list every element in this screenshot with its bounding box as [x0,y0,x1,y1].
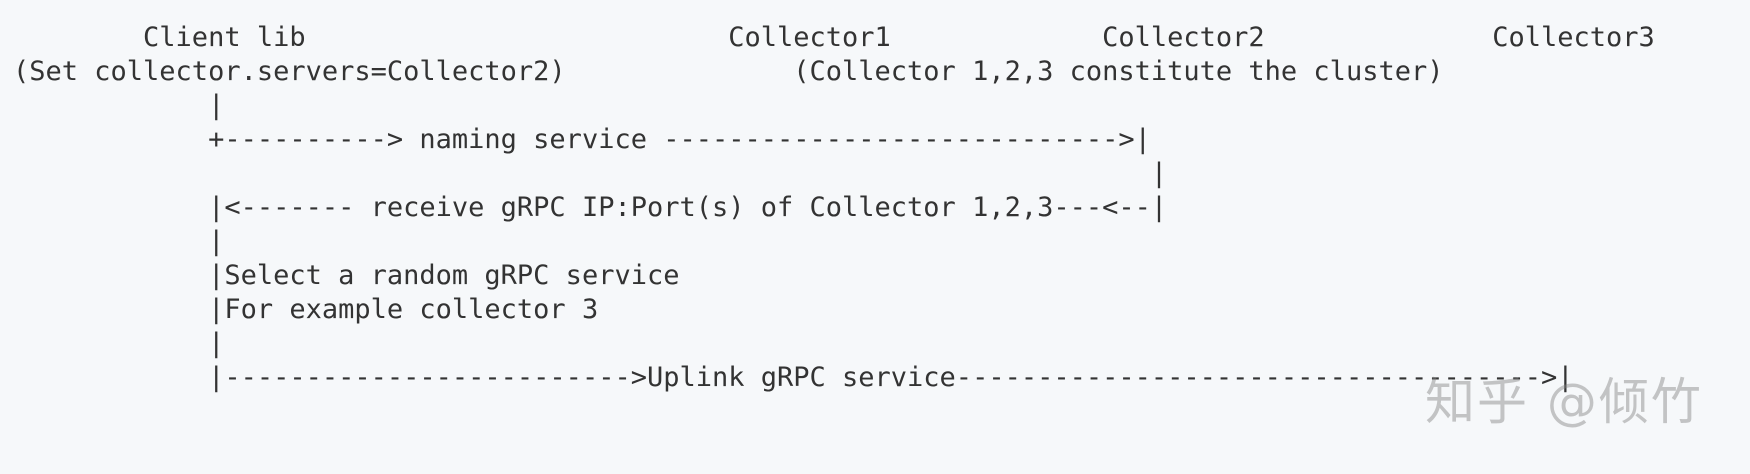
participants-note-line: (Set collector.servers=Collector2) (Coll… [13,56,1444,87]
lifeline-segment: | [13,90,225,121]
participants-header-line: Client lib Collector1 Collector2 Collect… [13,22,1655,53]
select-service-note: |Select a random gRPC service [13,260,680,291]
receive-ports-response-arrow: |<------- receive gRPC IP:Port(s) of Col… [13,192,1168,223]
lifeline-segment: | [13,328,225,359]
lifeline-segment: | [13,158,1168,189]
lifeline-segment: | [13,226,225,257]
sequence-diagram: Client lib Collector1 Collector2 Collect… [0,0,1750,474]
example-collector-note: |For example collector 3 [13,294,599,325]
naming-service-request-arrow: +----------> naming service ------------… [13,124,1151,155]
uplink-grpc-service-arrow: |------------------------->Uplink gRPC s… [13,362,1574,393]
zhihu-watermark: 知乎 @倾竹 [1425,373,1703,431]
